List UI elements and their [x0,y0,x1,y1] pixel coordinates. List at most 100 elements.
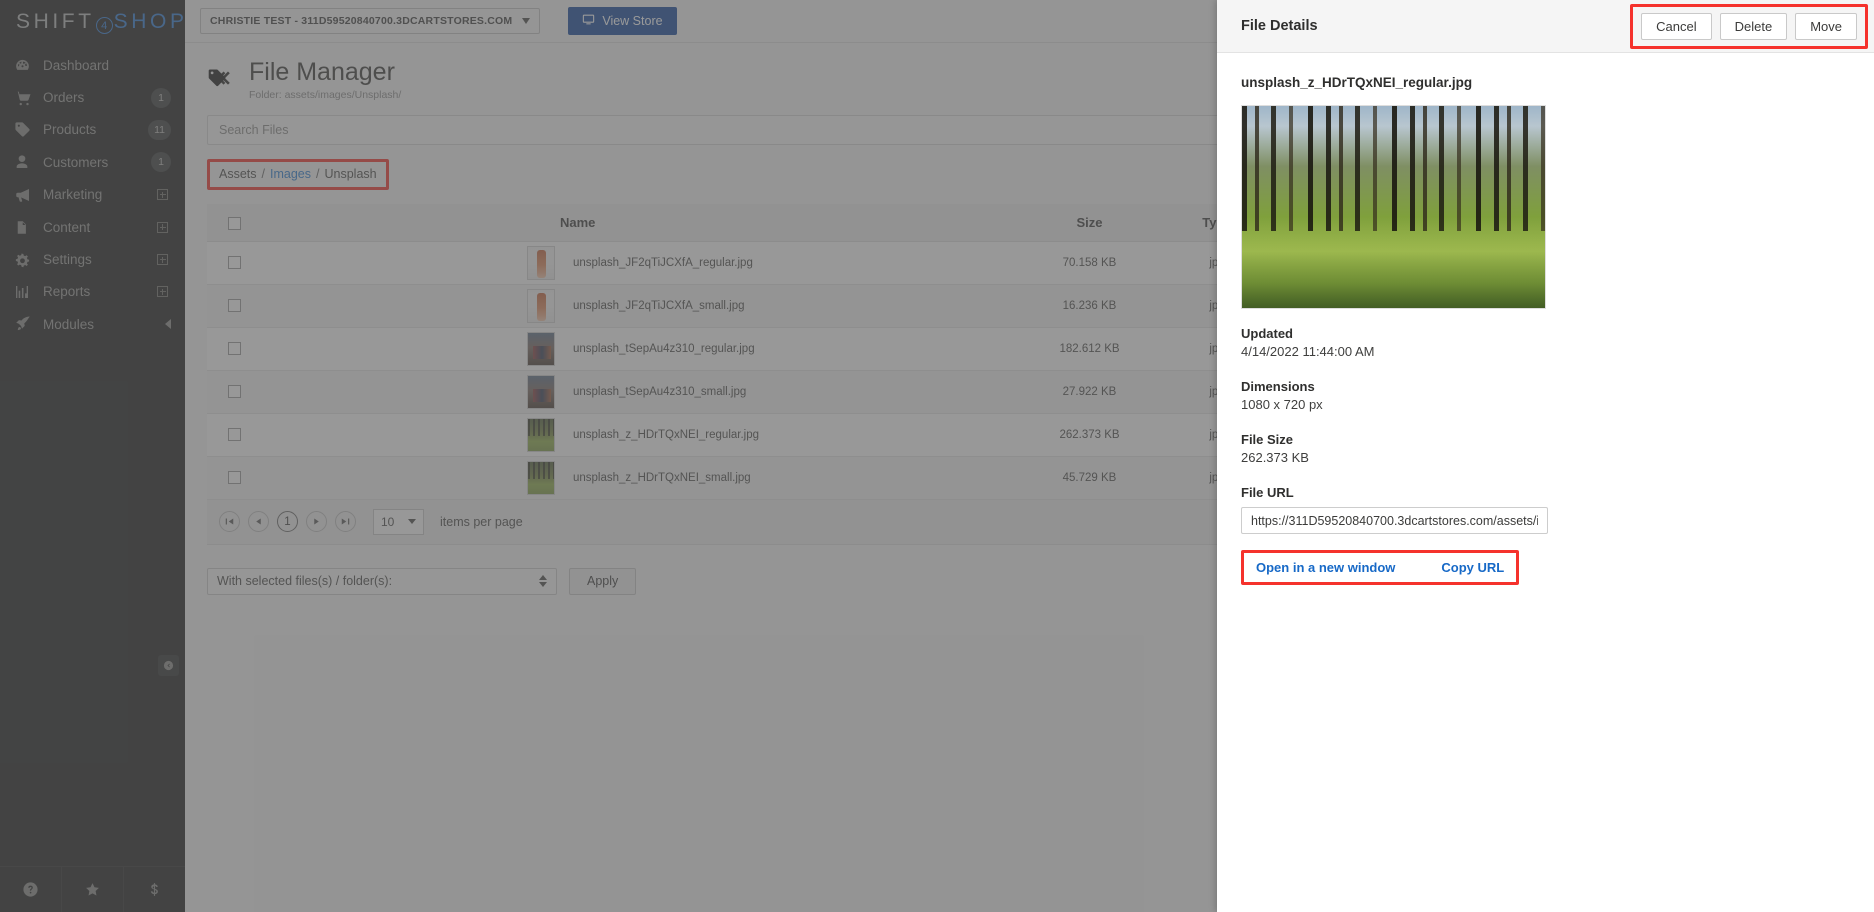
row-select-cell [207,241,262,285]
sidebar-item-marketing[interactable]: Marketing [0,179,185,211]
help-icon[interactable] [0,867,62,912]
file-details-drawer: File Details Cancel Delete Move unsplash… [1217,0,1874,912]
sidebar-item-label: Reports [43,284,91,300]
row-name-cell[interactable]: unsplash_tSepAu4z310_small.jpg [262,370,1017,414]
items-per-page-label: items per page [440,514,523,529]
collapse-sidebar-button[interactable] [158,655,179,676]
row-select-cell [207,370,262,414]
sidebar-item-products[interactable]: Products 11 [0,114,185,146]
row-checkbox[interactable] [228,471,241,485]
detail-file-url: File URL [1241,485,1850,534]
row-size: 27.922 KB [1017,370,1162,414]
file-thumbnail-icon [527,460,555,495]
row-size: 262.373 KB [1017,413,1162,457]
sidebar-item-customers[interactable]: Customers 1 [0,146,185,178]
detail-dimensions-value: 1080 x 720 px [1241,397,1323,412]
chevron-left-circle-icon [163,660,174,671]
dollar-icon[interactable] [124,867,185,912]
file-thumbnail-icon [527,331,555,366]
apply-button[interactable]: Apply [569,567,637,595]
row-select-cell [207,327,262,371]
rocket-icon [14,315,40,333]
row-checkbox[interactable] [228,428,241,442]
star-icon[interactable] [62,867,124,912]
document-icon [14,219,40,236]
view-store-label: View Store [602,14,663,28]
row-file-name: unsplash_JF2qTiJCXfA_regular.jpg [573,256,753,269]
monitor-icon [582,13,595,29]
row-name-cell[interactable]: unsplash_JF2qTiJCXfA_regular.jpg [262,241,1017,285]
store-selector[interactable]: CHRISTIE TEST - 311D59520840700.3DCARTST… [200,8,541,34]
search-input-placeholder: Search Files [219,122,289,137]
next-page-button[interactable] [306,511,327,533]
first-page-button[interactable] [219,511,240,533]
sidebar-item-label: Dashboard [43,57,110,73]
file-details-actions: Cancel Delete Move [1630,3,1868,49]
row-name-cell[interactable]: unsplash_JF2qTiJCXfA_small.jpg [262,284,1017,328]
row-checkbox[interactable] [228,256,241,270]
detail-updated-value: 4/14/2022 11:44:00 AM [1241,344,1375,359]
row-name-cell[interactable]: unsplash_z_HDrTQxNEI_regular.jpg [262,413,1017,457]
previous-page-button[interactable] [248,511,269,533]
breadcrumb-images[interactable]: Images [270,167,311,181]
sidebar-nav: Dashboard Orders 1 Products 11 Customers… [0,49,185,341]
last-page-button[interactable] [335,511,356,533]
brand-logo[interactable]: SHIFT 4 SHOP [0,0,185,43]
sidebar-footer [0,866,185,912]
megaphone-icon [14,186,40,204]
row-name-cell[interactable]: unsplash_z_HDrTQxNEI_small.jpg [262,456,1017,500]
first-page-icon [225,518,234,525]
chevron-left-icon[interactable] [165,319,171,330]
sidebar-item-content[interactable]: Content [0,211,185,243]
chevron-down-icon [522,18,531,24]
detail-updated-label: Updated [1241,326,1293,341]
row-checkbox[interactable] [228,299,241,313]
detail-dimensions-label: Dimensions [1241,379,1315,394]
page-title: File Manager [249,58,395,86]
delete-button[interactable]: Delete [1719,12,1788,40]
brand-pre: SHIFT [16,9,95,33]
expand-plus-icon[interactable] [157,254,168,266]
orders-badge: 1 [151,87,171,108]
current-page-button[interactable]: 1 [277,511,298,533]
detail-file-size-value: 262.373 KB [1241,450,1309,465]
file-thumbnail-icon [527,374,555,409]
view-store-button[interactable]: View Store [568,7,677,35]
sidebar-item-reports[interactable]: Reports [0,276,185,308]
row-select-cell [207,413,262,457]
breadcrumb-assets[interactable]: Assets [219,167,257,181]
copy-url-link[interactable]: Copy URL [1441,560,1504,575]
expand-plus-icon[interactable] [157,189,168,201]
cancel-button[interactable]: Cancel [1641,12,1712,40]
expand-plus-icon[interactable] [157,286,168,298]
cart-icon [14,89,40,107]
column-header-size[interactable]: Size [1017,203,1162,242]
detail-file-size: File Size 262.373 KB [1241,432,1850,465]
last-page-icon [341,518,350,525]
open-in-new-window-link[interactable]: Open in a new window [1256,560,1395,575]
page-size-select[interactable]: 10 [373,508,424,535]
row-size: 182.612 KB [1017,327,1162,371]
move-button[interactable]: Move [1795,12,1857,40]
sidebar-item-dashboard[interactable]: Dashboard [0,49,185,81]
detail-file-size-label: File Size [1241,432,1294,447]
sidebar-item-settings[interactable]: Settings [0,243,185,275]
brand-four-icon: 4 [95,17,113,34]
sidebar-item-orders[interactable]: Orders 1 [0,81,185,113]
row-size: 16.236 KB [1017,284,1162,328]
tag-icon [14,121,40,138]
bulk-action-select[interactable]: With selected files(s) / folder(s): [207,567,557,595]
row-file-name: unsplash_tSepAu4z310_small.jpg [573,385,747,398]
row-checkbox[interactable] [228,342,241,356]
row-name-cell[interactable]: unsplash_tSepAu4z310_regular.jpg [262,327,1017,371]
sidebar-item-modules[interactable]: Modules [0,308,185,340]
expand-plus-icon[interactable] [157,221,168,233]
row-checkbox[interactable] [228,385,241,399]
row-file-name: unsplash_z_HDrTQxNEI_regular.jpg [573,428,760,441]
detail-file-name: unsplash_z_HDrTQxNEI_regular.jpg [1241,75,1473,90]
file-url-input[interactable] [1241,507,1548,534]
chevron-down-icon [408,519,416,525]
select-all-checkbox[interactable] [228,216,241,230]
row-file-name: unsplash_JF2qTiJCXfA_small.jpg [573,299,745,312]
column-header-name[interactable]: Name [262,203,1017,242]
